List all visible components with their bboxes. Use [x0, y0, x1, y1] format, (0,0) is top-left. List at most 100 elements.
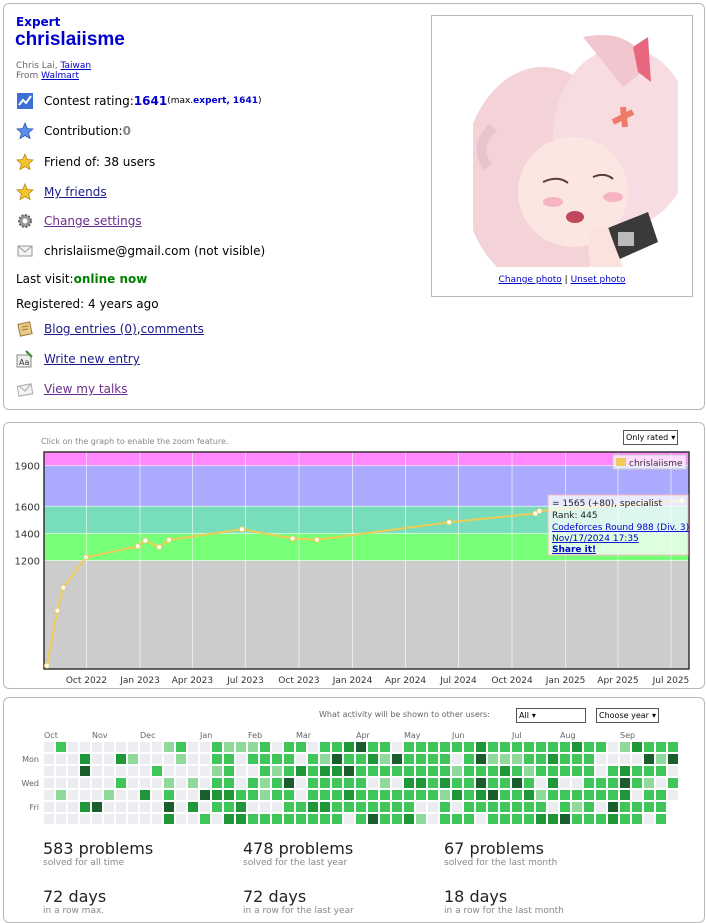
blog-entries-link[interactable]: Blog entries (0): [44, 322, 137, 336]
heatmap-cell: [104, 778, 114, 788]
month-label: Sep: [620, 731, 635, 740]
write-entry-row: Aa Write new entry: [16, 349, 140, 369]
heatmap-cell: [260, 814, 270, 824]
data-point: [238, 526, 245, 533]
heatmap-cell: [668, 790, 678, 800]
tooltip-date-link[interactable]: Nov/17/2024 17:35: [552, 534, 639, 544]
heatmap-cell: [368, 766, 378, 776]
comments-link[interactable]: comments: [141, 322, 204, 336]
heatmap-cell: [164, 754, 174, 764]
data-point: [156, 544, 163, 551]
heatmap-cell: [248, 778, 258, 788]
view-talks-link[interactable]: View my talks: [44, 382, 128, 396]
organization-link[interactable]: Walmart: [41, 71, 79, 81]
heatmap-cell: [572, 778, 582, 788]
rating-chart[interactable]: 1200 1400 1600 1900 Oct 2022 Jan 2023 Apr 2023…: [4, 423, 704, 688]
heatmap-cell: [272, 778, 282, 788]
heatmap-cell: [488, 742, 498, 752]
tooltip-share-link[interactable]: Share it!: [552, 545, 596, 555]
visibility-select[interactable]: All: [516, 708, 586, 723]
heatmap-cell: [56, 790, 66, 800]
stat-label: solved for the last year: [243, 858, 348, 868]
heatmap-cell: [464, 802, 474, 812]
heatmap-cell: [584, 790, 594, 800]
heatmap-cell: [176, 790, 186, 800]
heatmap-cell: [428, 766, 438, 776]
rating-band: [44, 452, 689, 466]
heatmap-cell: [584, 802, 594, 812]
user-handle[interactable]: chrislaiisme: [15, 29, 125, 51]
legend-swatch: [616, 458, 626, 466]
heatmap-cell: [320, 778, 330, 788]
heatmap-cell: [464, 814, 474, 824]
heatmap-cell: [248, 814, 258, 824]
heatmap-cell: [344, 814, 354, 824]
heatmap-cell: [416, 766, 426, 776]
heatmap-cell: [404, 802, 414, 812]
heatmap-cell: [320, 754, 330, 764]
data-point: [142, 537, 149, 544]
heatmap-cell: [464, 742, 474, 752]
heatmap-cell: [80, 814, 90, 824]
heatmap-cell: [224, 766, 234, 776]
write-new-entry-link[interactable]: Write new entry: [44, 352, 140, 366]
stat-month-streak: 18 days in a row for the last month: [444, 887, 564, 916]
email-text: chrislaiisme@gmail.com (not visible): [44, 244, 266, 258]
tooltip-rating: = 1565 (+80), specialist: [552, 499, 662, 509]
heatmap-cell: [656, 742, 666, 752]
heatmap-cell: [428, 754, 438, 764]
heatmap-cell: [272, 814, 282, 824]
rating-chart-icon: [16, 92, 34, 110]
x-tick-label: Jan 2024: [332, 676, 373, 686]
heatmap-cell: [416, 814, 426, 824]
my-friends-link[interactable]: My friends: [44, 185, 107, 199]
heatmap-cell: [620, 766, 630, 776]
stat-year-streak: 72 days in a row for the last year: [243, 887, 354, 916]
heatmap-cell: [596, 778, 606, 788]
heatmap-cell: [56, 814, 66, 824]
heatmap-cell: [608, 814, 618, 824]
heatmap-cell: [284, 766, 294, 776]
change-photo-link[interactable]: Change photo: [499, 275, 562, 285]
month-label: Apr: [356, 731, 371, 740]
heatmap-cell: [500, 814, 510, 824]
heatmap-cell: [536, 742, 546, 752]
heatmap-cell: [668, 766, 678, 776]
heatmap-cell: [500, 778, 510, 788]
x-tick-label: Apr 2025: [597, 676, 638, 686]
heatmap-cell: [128, 754, 138, 764]
heatmap-cell: [476, 790, 486, 800]
change-settings-link[interactable]: Change settings: [44, 214, 142, 228]
stat-value: 18 days: [444, 887, 508, 906]
gold-star-icon: [16, 183, 34, 201]
heatmap-cell: [356, 790, 366, 800]
heatmap-cell: [248, 742, 258, 752]
tooltip-rank: Rank: 445: [552, 511, 598, 521]
tooltip-contest-link[interactable]: Codeforces Round 988 (Div. 3): [552, 523, 689, 533]
heatmap-cell: [452, 766, 462, 776]
heatmap-cell: [572, 790, 582, 800]
heatmap-cell: [620, 814, 630, 824]
heatmap-cell: [152, 802, 162, 812]
heatmap-cell: [44, 742, 54, 752]
month-label: Jan: [199, 731, 212, 740]
country-link[interactable]: Taiwan: [61, 61, 92, 71]
heatmap-cell: [584, 766, 594, 776]
heatmap-cell: [212, 766, 222, 776]
heatmap-cell: [332, 742, 342, 752]
heatmap-cell: [536, 814, 546, 824]
heatmap-cell: [44, 766, 54, 776]
heatmap-cell: [656, 754, 666, 764]
year-select[interactable]: Choose year: [596, 708, 659, 723]
stat-value: 72 days: [43, 887, 107, 906]
x-tick-label: Apr 2024: [385, 676, 427, 686]
heatmap-cell: [332, 814, 342, 824]
heatmap-cell: [80, 766, 90, 776]
heatmap-cell: [668, 754, 678, 764]
heatmap-cell: [500, 754, 510, 764]
unset-photo-link[interactable]: Unset photo: [571, 275, 626, 285]
heatmap-cell: [380, 766, 390, 776]
heatmap-cell: [260, 802, 270, 812]
heatmap-cell: [476, 766, 486, 776]
heatmap-cell: [104, 754, 114, 764]
